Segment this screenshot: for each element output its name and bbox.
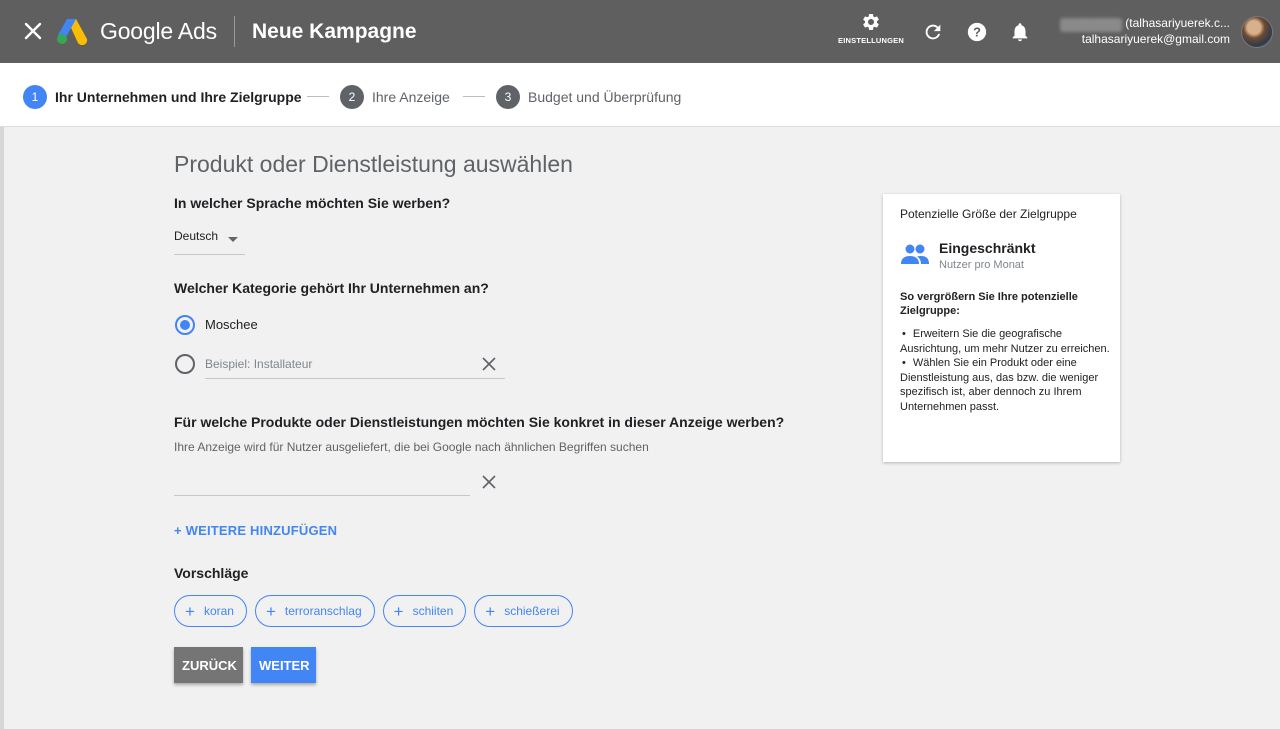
- page-header-title: Neue Kampagne: [252, 20, 417, 43]
- audience-tips: Erweitern Sie die geografische Ausrichtu…: [900, 327, 1110, 414]
- chip-label: schiiten: [412, 604, 454, 618]
- settings-button[interactable]: EINSTELLUNGEN: [836, 12, 906, 54]
- list-item: Erweitern Sie die geografische Ausrichtu…: [900, 327, 1110, 356]
- audience-howto: So vergrößern Sie Ihre potenzielle Zielg…: [900, 291, 1078, 317]
- products-hint: Ihre Anzeige wird für Nutzer ausgeliefer…: [174, 440, 649, 454]
- back-button[interactable]: ZURÜCK: [174, 647, 243, 683]
- top-bar: Google Ads Neue Kampagne EINSTELLUNGEN ?…: [0, 0, 1280, 63]
- category-question: Welcher Kategorie gehört Ihr Unternehmen…: [174, 280, 489, 296]
- suggestion-chip[interactable]: + terroranschlag: [254, 595, 375, 627]
- step-label: Budget und Überprüfung: [528, 89, 682, 105]
- chevron-down-icon: [228, 237, 238, 242]
- chip-label: koran: [203, 604, 234, 618]
- category-other-input[interactable]: [205, 353, 505, 375]
- account-email: talhasariyuerek@gmail.com: [1081, 32, 1230, 46]
- chip-label: schießerei: [504, 604, 560, 618]
- step-label: Ihre Anzeige: [372, 89, 450, 105]
- plus-icon: +: [485, 601, 496, 621]
- step-3[interactable]: 3 Budget und Überprüfung: [496, 85, 681, 109]
- svg-text:?: ?: [973, 25, 981, 40]
- audience-status: Eingeschränkt: [939, 240, 1036, 256]
- account-info[interactable]: 265-205-6468 (talhasariyuerek.c... talha…: [1059, 16, 1230, 46]
- step-connector: [463, 96, 485, 97]
- account-phone-blurred: 265-205-6468: [1059, 18, 1122, 32]
- category-selected-label: Moschee: [205, 317, 258, 332]
- audience-card-title: Potenzielle Größe der Zielgruppe: [900, 207, 1077, 221]
- add-more-link[interactable]: + WEITERE HINZUFÜGEN: [174, 523, 337, 538]
- clear-icon[interactable]: [482, 475, 496, 489]
- step-number: 1: [23, 85, 47, 109]
- language-value: Deutsch: [174, 229, 219, 243]
- category-radio-selected[interactable]: [175, 315, 195, 335]
- plus-icon: +: [185, 601, 195, 621]
- google-ads-logo: [57, 19, 88, 45]
- suggestion-chip[interactable]: + schießerei: [474, 595, 573, 627]
- category-other-field[interactable]: [205, 353, 505, 379]
- language-select[interactable]: Deutsch: [174, 229, 245, 255]
- header-divider: [234, 16, 235, 47]
- step-number: 3: [496, 85, 520, 109]
- suggestion-chip[interactable]: + koran: [174, 595, 247, 627]
- step-1[interactable]: 1 Ihr Unternehmen und Ihre Zielgruppe: [23, 85, 302, 109]
- help-icon[interactable]: ?: [966, 21, 988, 43]
- clear-icon[interactable]: [482, 357, 496, 371]
- products-question: Für welche Produkte oder Dienstleistunge…: [174, 414, 785, 430]
- plus-icon: +: [393, 601, 404, 621]
- audience-status-sub: Nutzer pro Monat: [939, 259, 1024, 271]
- product-field[interactable]: [174, 470, 470, 496]
- language-question: In welcher Sprache möchten Sie werben?: [174, 195, 451, 211]
- next-button[interactable]: WEITER: [251, 647, 316, 683]
- bell-icon[interactable]: [1009, 21, 1031, 43]
- list-item: Wählen Sie ein Produkt oder eine Dienstl…: [900, 356, 1110, 414]
- close-icon[interactable]: [22, 20, 44, 42]
- avatar[interactable]: [1241, 16, 1273, 48]
- settings-label: EINSTELLUNGEN: [838, 36, 904, 45]
- people-icon: [901, 244, 929, 264]
- audience-size-card: Potenzielle Größe der Zielgruppe Eingesc…: [883, 194, 1120, 462]
- step-label: Ihr Unternehmen und Ihre Zielgruppe: [55, 89, 302, 105]
- suggestions-title: Vorschläge: [174, 565, 249, 581]
- product-input[interactable]: [174, 470, 470, 492]
- window-edge: [0, 127, 4, 729]
- step-2[interactable]: 2 Ihre Anzeige: [340, 85, 450, 109]
- category-radio-other[interactable]: [175, 354, 195, 374]
- brand-name: Google Ads: [100, 18, 217, 44]
- suggestion-chips: + koran + terroranschlag + schiiten + schieß…: [174, 595, 573, 627]
- gear-icon: [863, 13, 879, 30]
- step-connector: [307, 96, 329, 97]
- refresh-icon[interactable]: [922, 21, 944, 43]
- plus-icon: +: [265, 601, 276, 621]
- suggestion-chip[interactable]: + schiiten: [382, 595, 467, 627]
- page-title: Produkt oder Dienstleistung auswählen: [174, 151, 573, 177]
- account-name: (talhasariyuerek.c...: [1125, 16, 1230, 30]
- step-number: 2: [340, 85, 364, 109]
- stepper: 1 Ihr Unternehmen und Ihre Zielgruppe 2 …: [0, 63, 1280, 127]
- chip-label: terroranschlag: [284, 604, 362, 618]
